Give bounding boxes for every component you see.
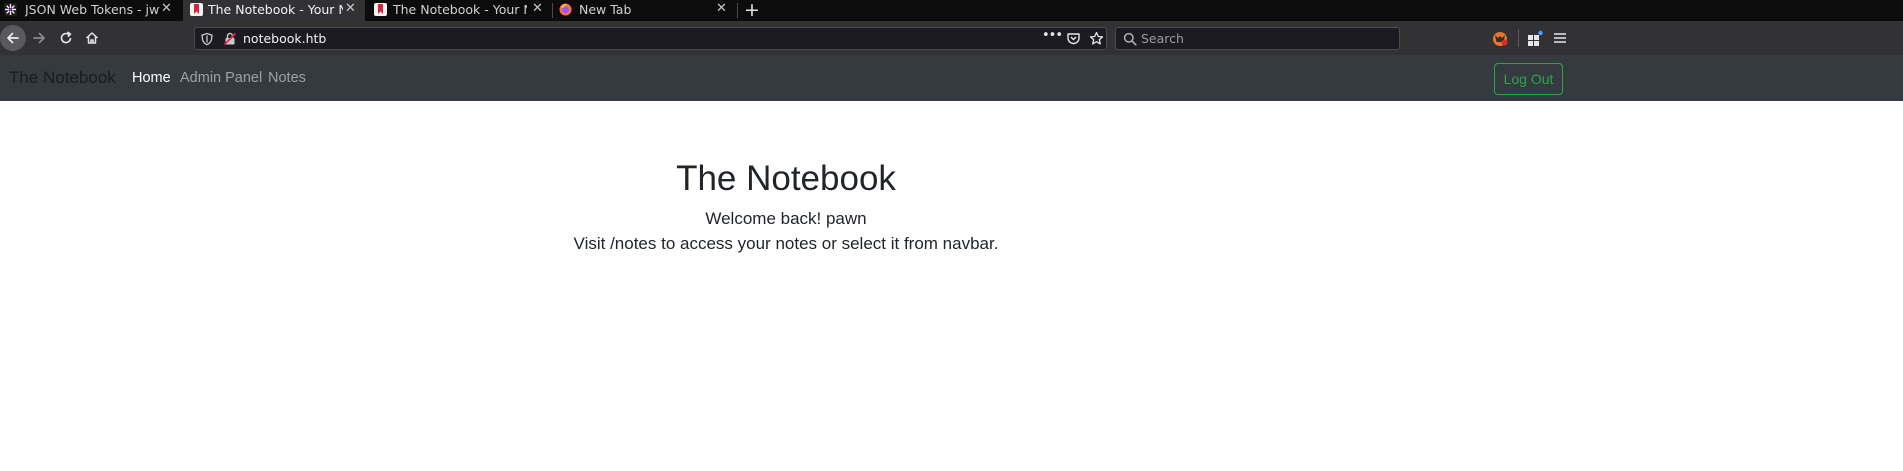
page-title: The Notebook — [676, 159, 896, 198]
navbar-brand[interactable]: The Notebook — [9, 68, 116, 88]
bookmark-page-icon — [190, 3, 203, 16]
notes-hint: Visit /notes to access your notes or sel… — [573, 234, 999, 253]
home-icon — [85, 32, 99, 44]
forward-button[interactable] — [26, 25, 52, 51]
toolbar-separator — [1518, 29, 1519, 47]
tab-title: New Tab — [579, 2, 632, 17]
tab-new[interactable]: New Tab ✕ — [554, 0, 736, 21]
back-button[interactable] — [0, 25, 26, 51]
tab-jwt[interactable]: JSON Web Tokens - jwt.io ✕ — [0, 0, 180, 21]
bookmark-page-icon — [374, 3, 387, 16]
welcome-message: Welcome back! pawn — [705, 209, 867, 228]
page-actions-menu-icon[interactable]: ••• — [1042, 28, 1063, 43]
tab-notebook[interactable]: The Notebook - Your Notes ✕ — [368, 0, 550, 21]
firefox-icon — [559, 3, 572, 16]
home-button[interactable] — [79, 25, 105, 51]
foxyproxy-extension-icon[interactable] — [1491, 30, 1509, 48]
search-bar[interactable]: Search — [1115, 27, 1400, 50]
new-tab-icon[interactable]: + — [744, 0, 760, 21]
tab-title: The Notebook - Your Notes — [393, 2, 527, 17]
close-tab-icon[interactable]: ✕ — [716, 1, 727, 16]
close-tab-icon[interactable]: ✕ — [532, 1, 543, 16]
nav-link-notes[interactable]: Notes — [268, 70, 306, 86]
hamburger-menu-icon[interactable] — [1553, 31, 1567, 45]
shield-icon[interactable] — [200, 32, 214, 46]
url-bar[interactable]: notebook.htb ••• — [194, 27, 1107, 50]
search-icon — [1123, 32, 1137, 46]
jwt-logo-icon — [4, 3, 17, 16]
logout-button[interactable]: Log Out — [1494, 63, 1563, 95]
tab-title: JSON Web Tokens - jwt.io — [25, 2, 160, 17]
tab-separator — [552, 3, 553, 18]
search-placeholder: Search — [1141, 31, 1184, 46]
pocket-icon[interactable] — [1066, 31, 1081, 46]
tab-separator — [737, 3, 738, 18]
arrow-right-icon — [33, 32, 45, 44]
insecure-lock-icon[interactable] — [223, 32, 237, 46]
nav-link-admin-panel[interactable]: Admin Panel — [180, 70, 262, 86]
url-text[interactable]: notebook.htb — [243, 31, 326, 46]
browser-toolbar: notebook.htb ••• Search — [0, 21, 1903, 55]
reload-button[interactable] — [53, 25, 79, 51]
close-tab-icon[interactable]: ✕ — [345, 1, 356, 16]
arrow-left-icon — [7, 32, 19, 44]
tab-notebook-active[interactable]: The Notebook - Your Notes ✕ — [183, 0, 365, 21]
close-tab-icon[interactable]: ✕ — [161, 1, 172, 16]
star-bookmark-icon[interactable] — [1089, 31, 1104, 46]
extensions-puzzle-icon[interactable] — [1526, 30, 1543, 47]
reload-icon — [60, 31, 72, 44]
nav-link-home[interactable]: Home — [132, 70, 171, 86]
site-navbar: The Notebook Home Admin Panel Notes Log … — [0, 55, 1903, 101]
tab-title: The Notebook - Your Notes — [208, 2, 343, 17]
tab-strip: JSON Web Tokens - jwt.io ✕ The Notebook … — [0, 0, 1903, 21]
